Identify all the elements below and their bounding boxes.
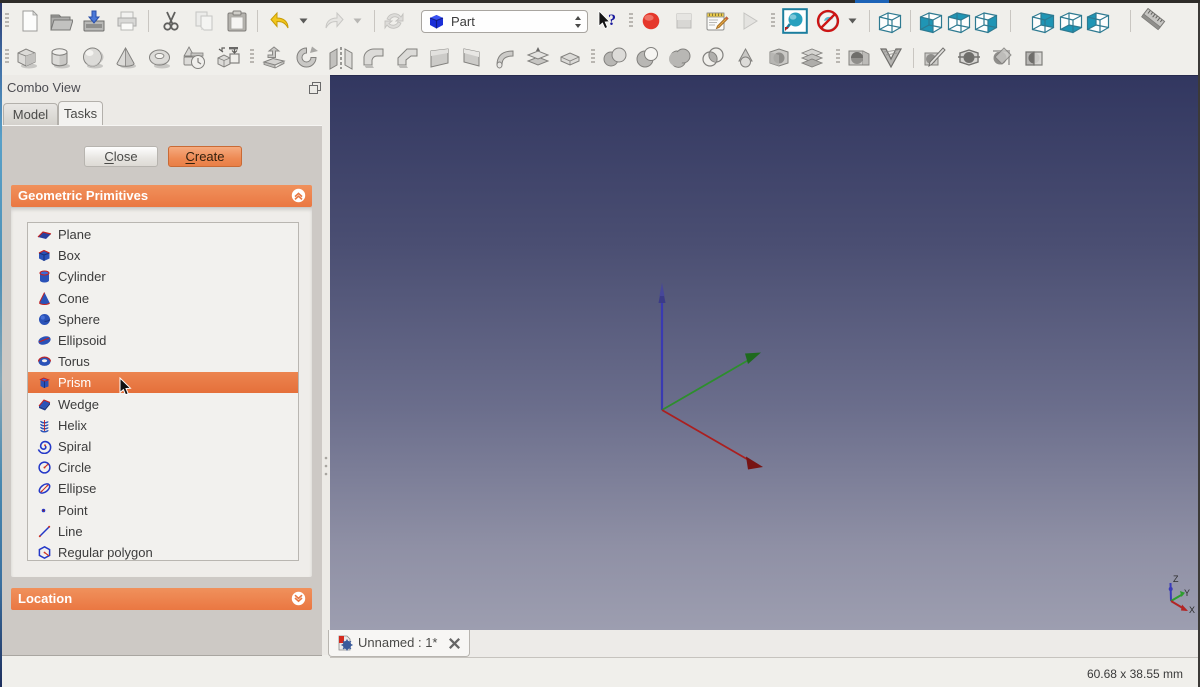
svg-text:Z: Z	[1173, 574, 1179, 584]
svg-text:Y: Y	[1184, 588, 1190, 598]
svg-text:?: ?	[608, 12, 616, 29]
svg-text:X: X	[1189, 605, 1195, 615]
